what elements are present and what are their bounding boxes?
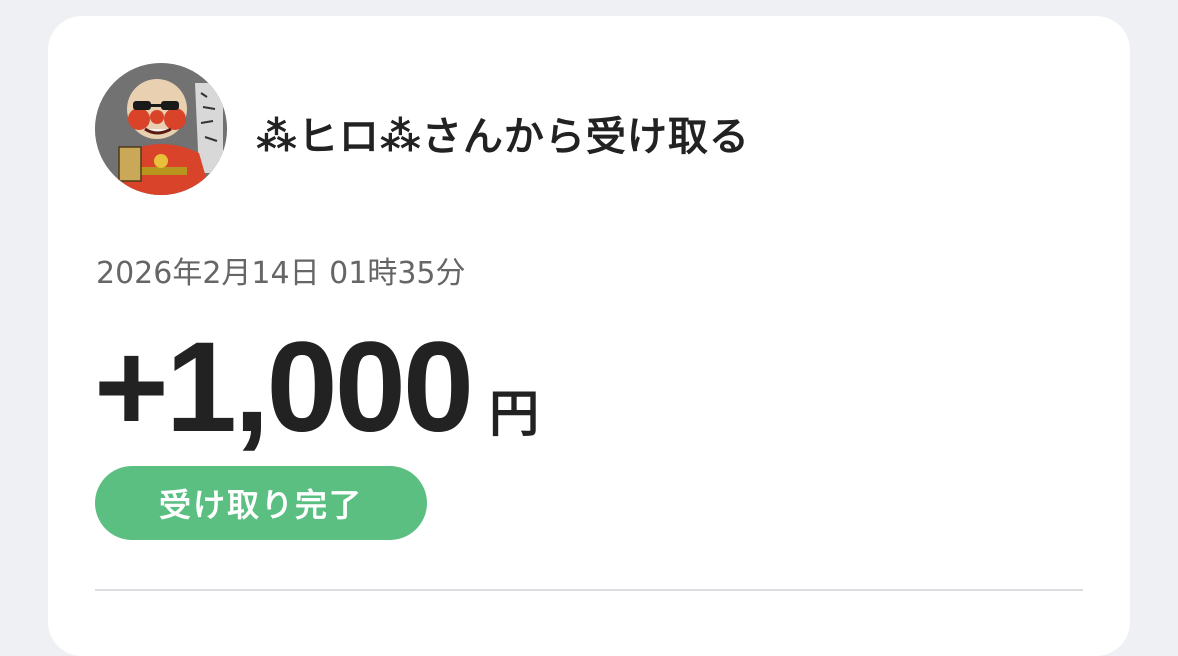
- amount-row: +1,000 円: [94, 314, 539, 461]
- transaction-datetime: 2026年2月14日 01時35分: [96, 256, 466, 291]
- transaction-card: ⁂ヒロ⁂さんから受け取る 2026年2月14日 01時35分 +1,000 円 受…: [48, 16, 1130, 656]
- divider: [95, 589, 1083, 591]
- currency-label: 円: [489, 385, 540, 443]
- avatar-icon: [95, 63, 227, 195]
- sender-avatar[interactable]: [95, 63, 227, 195]
- sender-title: ⁂ヒロ⁂さんから受け取る: [256, 114, 750, 160]
- status-badge: 受け取り完了: [95, 466, 427, 540]
- amount-value: +1,000: [94, 316, 474, 459]
